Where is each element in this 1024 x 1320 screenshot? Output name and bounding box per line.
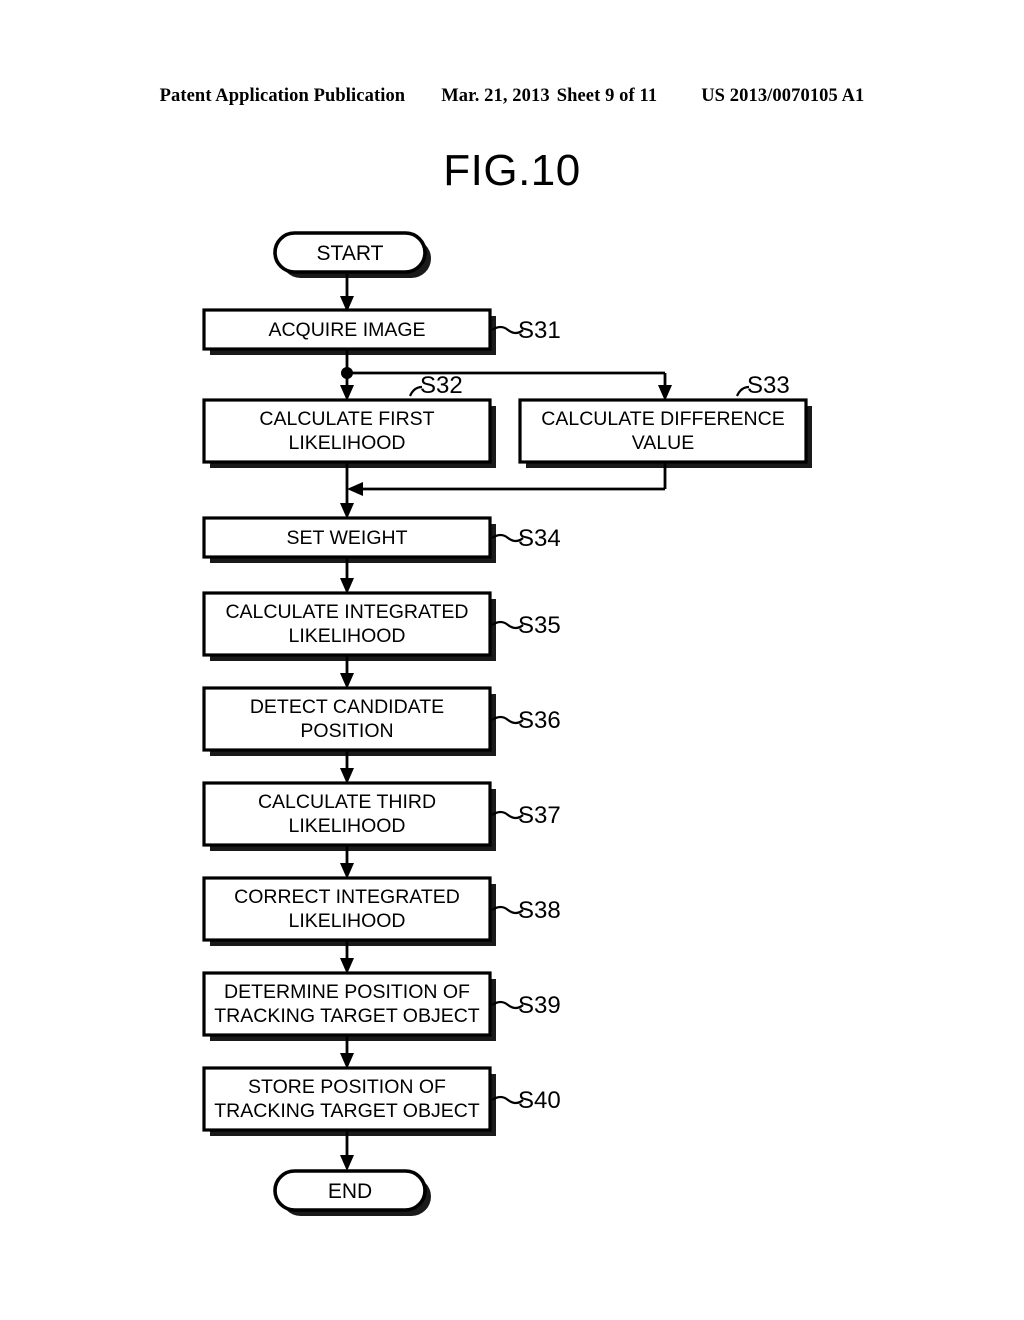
node-s32-ref: S32 xyxy=(420,372,463,399)
node-s35-ref: S35 xyxy=(518,612,561,639)
node-s37-label-line1: CALCULATE THIRD xyxy=(258,791,436,813)
node-start-label: START xyxy=(317,242,384,265)
node-s34-ref: S34 xyxy=(518,525,561,552)
node-s31-label: ACQUIRE IMAGE xyxy=(268,319,425,341)
node-s38: CORRECT INTEGRATED LIKELIHOOD S38 xyxy=(202,876,561,946)
node-s40-label-line1: STORE POSITION OF xyxy=(248,1076,446,1098)
node-s33-label-line1: CALCULATE DIFFERENCE xyxy=(541,408,784,430)
node-s32-label-line1: CALCULATE FIRST xyxy=(259,408,434,430)
arrow-head-icon xyxy=(340,1155,354,1171)
node-s35-label-line2: LIKELIHOOD xyxy=(288,625,405,647)
node-s38-label-line1: CORRECT INTEGRATED xyxy=(234,886,460,908)
node-s33-label-line2: VALUE xyxy=(632,432,695,454)
flowchart-diagram: START ACQUIRE IMAGE S31 CALCULATE FIRST … xyxy=(202,231,812,1216)
node-s39-label-line2: TRACKING TARGET OBJECT xyxy=(214,1005,480,1027)
node-end-label: END xyxy=(328,1180,372,1203)
node-end: END xyxy=(273,1169,431,1216)
node-s35-label-line1: CALCULATE INTEGRATED xyxy=(225,601,468,623)
edge-s31-branch xyxy=(340,349,672,401)
node-s37-ref: S37 xyxy=(518,802,561,829)
edge-s40-to-end xyxy=(340,1130,354,1171)
node-s35: CALCULATE INTEGRATED LIKELIHOOD S35 xyxy=(202,591,561,661)
node-s38-label-line2: LIKELIHOOD xyxy=(288,910,405,932)
patent-page: Patent Application Publication Mar. 21, … xyxy=(0,0,1024,1320)
node-s39-ref: S39 xyxy=(518,992,561,1019)
node-s36-label-line1: DETECT CANDIDATE xyxy=(250,696,444,718)
node-s34: SET WEIGHT S34 xyxy=(202,516,561,563)
node-s32-label-line2: LIKELIHOOD xyxy=(288,432,405,454)
node-s40-label-line2: TRACKING TARGET OBJECT xyxy=(214,1100,480,1122)
node-s31: ACQUIRE IMAGE S31 xyxy=(202,308,561,355)
node-s36: DETECT CANDIDATE POSITION S36 xyxy=(202,686,561,756)
node-s33-ref: S33 xyxy=(747,372,790,399)
node-s38-ref: S38 xyxy=(518,897,561,924)
node-s40: STORE POSITION OF TRACKING TARGET OBJECT… xyxy=(202,1066,561,1136)
node-s39-label-line1: DETERMINE POSITION OF xyxy=(224,981,470,1003)
node-s37: CALCULATE THIRD LIKELIHOOD S37 xyxy=(202,781,561,851)
node-s34-label: SET WEIGHT xyxy=(287,527,408,549)
node-s36-ref: S36 xyxy=(518,707,561,734)
node-s37-label-line2: LIKELIHOOD xyxy=(288,815,405,837)
node-s31-ref: S31 xyxy=(518,317,561,344)
node-s39: DETERMINE POSITION OF TRACKING TARGET OB… xyxy=(202,971,561,1041)
node-s40-ref: S40 xyxy=(518,1087,561,1114)
node-start: START xyxy=(273,231,431,278)
arrow-head-icon xyxy=(347,482,363,496)
node-s36-label-line2: POSITION xyxy=(300,720,393,742)
